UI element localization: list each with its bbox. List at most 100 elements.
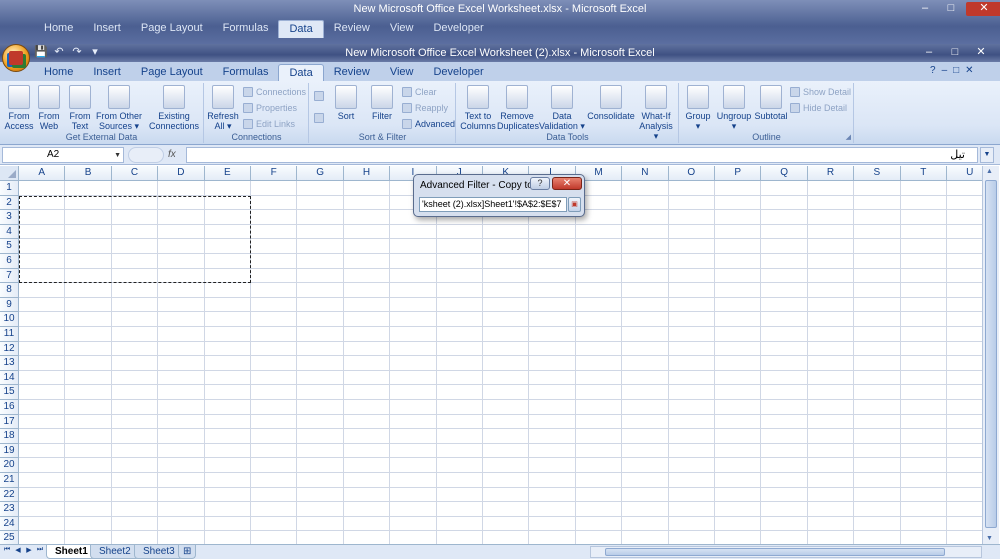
bg-tab-developer[interactable]: Developer (423, 20, 493, 38)
row-header-17[interactable]: 17 (0, 414, 19, 430)
chevron-down-icon[interactable]: ▼ (114, 149, 121, 163)
column-header-n[interactable]: N (622, 166, 669, 181)
horizontal-scrollbar[interactable] (590, 546, 982, 558)
row-header-6[interactable]: 6 (0, 254, 19, 269)
horizontal-scroll-thumb[interactable] (605, 548, 945, 556)
tab-page-layout[interactable]: Page Layout (131, 64, 213, 81)
reapply-button[interactable]: Reapply (402, 103, 448, 113)
row-header-15[interactable]: 15 (0, 385, 19, 400)
row-header-8[interactable]: 8 (0, 283, 19, 298)
row-header-19[interactable]: 19 (0, 443, 19, 459)
vertical-scrollbar[interactable]: ▲ ▼ (982, 166, 999, 544)
save-icon[interactable]: 💾 (34, 46, 48, 59)
properties-button[interactable]: Properties (243, 103, 297, 113)
sort-za-button[interactable] (314, 113, 324, 123)
tab-developer[interactable]: Developer (423, 64, 493, 81)
row-header-14[interactable]: 14 (0, 370, 19, 386)
dialog-launcher-icon[interactable]: ◢ (846, 133, 851, 141)
column-header-f[interactable]: F (251, 166, 298, 181)
bg-tab-view[interactable]: View (380, 20, 424, 38)
tab-home[interactable]: Home (34, 64, 83, 81)
ribbon-minimize-icon[interactable]: – (942, 65, 948, 76)
column-header-h[interactable]: H (343, 166, 391, 181)
bg-tab-page-layout[interactable]: Page Layout (131, 20, 213, 38)
redo-icon[interactable]: ↷ (70, 46, 84, 59)
from-access-button[interactable]: From Access (3, 85, 35, 131)
row-header-3[interactable]: 3 (0, 210, 19, 225)
expand-formula-bar-icon[interactable]: ▼ (980, 147, 994, 163)
bg-tab-insert[interactable]: Insert (83, 20, 131, 38)
row-header-9[interactable]: 9 (0, 297, 19, 313)
ribbon-close-icon[interactable]: ✕ (965, 65, 973, 76)
ribbon-restore-icon[interactable]: □ (953, 65, 959, 76)
undo-icon[interactable]: ↶ (52, 46, 66, 59)
remove-duplicates-button[interactable]: Remove Duplicates (497, 85, 539, 131)
first-sheet-icon[interactable]: ⏮ (2, 546, 12, 554)
maximize-button[interactable]: □ (944, 46, 966, 60)
clear-button[interactable]: Clear (402, 87, 437, 97)
from-web-button[interactable]: From Web (33, 85, 65, 131)
hide-detail-button[interactable]: Hide Detail (790, 103, 847, 113)
help-icon[interactable]: ? (930, 65, 936, 76)
text-to-columns-button[interactable]: Text to Columns (459, 85, 497, 131)
show-detail-button[interactable]: Show Detail (790, 87, 851, 97)
next-sheet-icon[interactable]: ▶ (24, 546, 34, 554)
column-header-t[interactable]: T (900, 166, 947, 181)
filter-button[interactable]: Filter (366, 85, 398, 121)
row-header-7[interactable]: 7 (0, 268, 19, 284)
column-header-c[interactable]: C (111, 166, 159, 181)
from-other-sources-button[interactable]: From Other Sources ▾ (96, 85, 142, 131)
insert-function-icon[interactable]: fx (168, 149, 176, 160)
ungroup-button[interactable]: Ungroup ▾ (716, 85, 752, 131)
formula-input[interactable]: تيل (186, 147, 978, 163)
vertical-scroll-thumb[interactable] (985, 180, 997, 528)
connections-button[interactable]: Connections (243, 87, 306, 97)
bg-tab-home[interactable]: Home (34, 20, 83, 38)
last-sheet-icon[interactable]: ⏭ (35, 546, 45, 554)
bg-tab-data[interactable]: Data (278, 20, 324, 38)
column-header-p[interactable]: P (715, 166, 762, 181)
name-box[interactable]: A2 ▼ (2, 147, 124, 163)
subtotal-button[interactable]: Subtotal (754, 85, 788, 121)
column-header-d[interactable]: D (158, 166, 205, 181)
data-validation-button[interactable]: Data Validation ▾ (539, 85, 585, 131)
row-header-13[interactable]: 13 (0, 356, 19, 371)
row-header-10[interactable]: 10 (0, 312, 19, 327)
consolidate-button[interactable]: Consolidate (587, 85, 635, 121)
close-button[interactable]: ✕ (970, 46, 992, 60)
row-header-18[interactable]: 18 (0, 429, 19, 444)
refresh-all-button[interactable]: Refresh All ▾ (207, 85, 239, 131)
prev-sheet-icon[interactable]: ◀ (13, 546, 23, 554)
row-header-22[interactable]: 22 (0, 487, 19, 503)
tab-insert[interactable]: Insert (83, 64, 131, 81)
row-header-4[interactable]: 4 (0, 224, 19, 240)
bg-close-button[interactable]: ✕ (966, 2, 1000, 16)
bg-tab-review[interactable]: Review (324, 20, 380, 38)
copy-to-range-input[interactable]: 'ksheet (2).xlsx]Sheet1'!$A$2:$E$7 (419, 197, 567, 212)
column-header-r[interactable]: R (807, 166, 855, 181)
tab-data[interactable]: Data (278, 64, 324, 81)
row-header-24[interactable]: 24 (0, 516, 19, 532)
select-all-button[interactable] (0, 166, 19, 181)
row-header-1[interactable]: 1 (0, 181, 19, 196)
sort-button[interactable]: Sort (330, 85, 362, 121)
minimize-button[interactable]: – (918, 46, 940, 60)
row-header-2[interactable]: 2 (0, 195, 19, 211)
from-text-button[interactable]: From Text (64, 85, 96, 131)
column-header-b[interactable]: B (65, 166, 112, 181)
row-header-5[interactable]: 5 (0, 239, 19, 254)
sheet-tab-sheet3[interactable]: Sheet3 (134, 545, 184, 559)
edit-links-button[interactable]: Edit Links (243, 119, 295, 129)
tab-review[interactable]: Review (324, 64, 380, 81)
worksheet-grid[interactable]: A B C D E F G H I J K L M N O P Q R S T U 1 2 3 4 5 6 7 8 9 10 11 12 13 14… (0, 166, 982, 544)
customize-qat-icon[interactable]: ▾ (88, 46, 102, 59)
column-header-u[interactable]: U (947, 166, 982, 181)
office-button[interactable] (2, 44, 30, 72)
tab-formulas[interactable]: Formulas (213, 64, 279, 81)
row-header-20[interactable]: 20 (0, 458, 19, 473)
advanced-button[interactable]: Advanced (402, 119, 455, 129)
bg-minimize-button[interactable]: – (914, 2, 936, 16)
row-header-25[interactable]: 25 (0, 531, 19, 544)
bg-maximize-button[interactable]: □ (940, 2, 962, 16)
bg-tab-formulas[interactable]: Formulas (213, 20, 279, 38)
